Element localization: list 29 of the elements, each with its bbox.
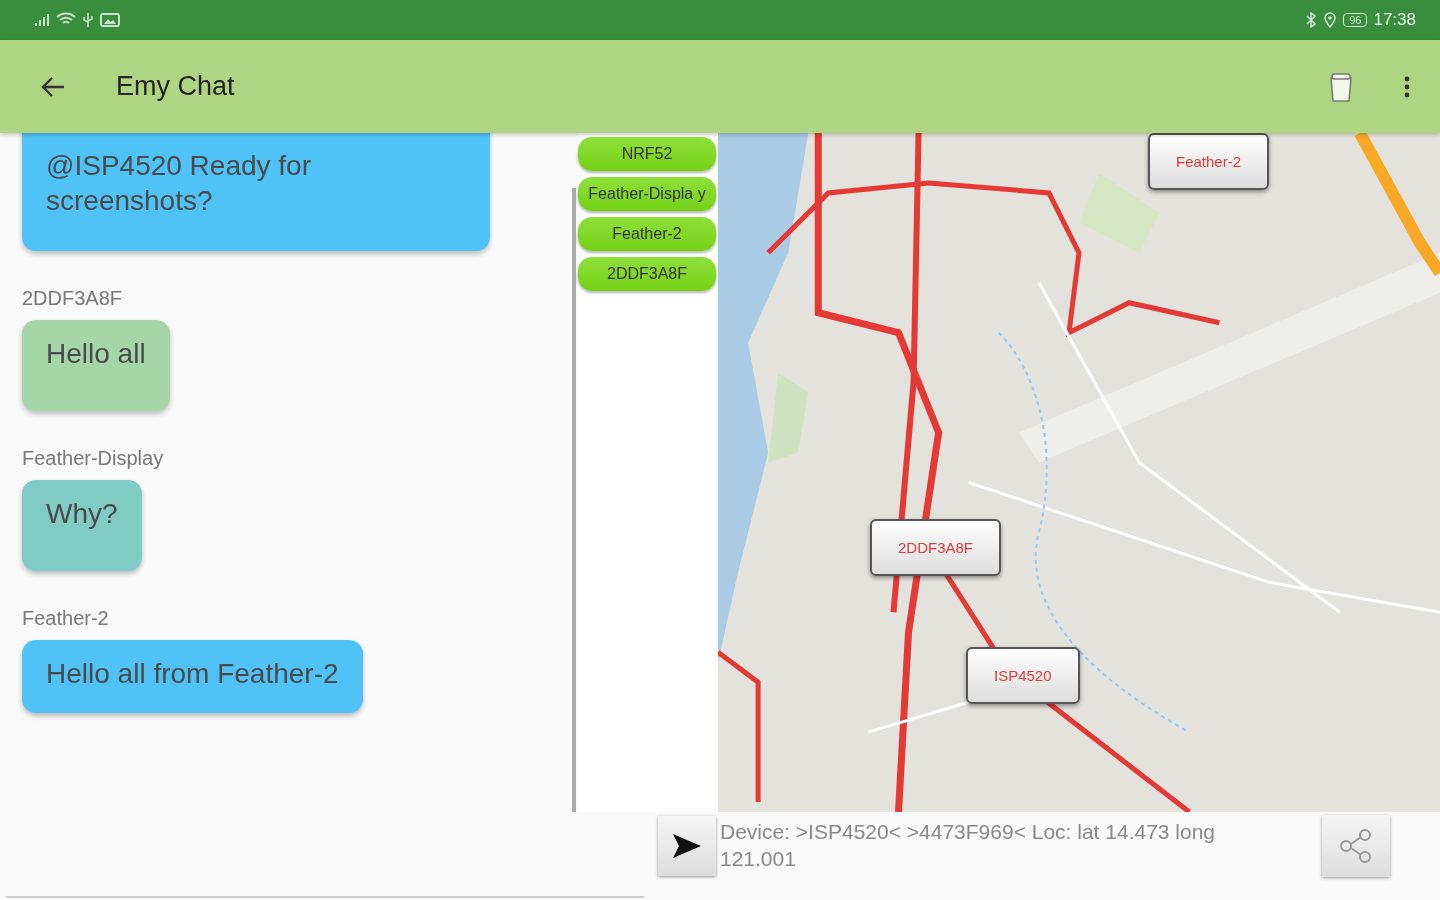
message-bubble: Hello all (22, 320, 170, 411)
bluetooth-icon (1305, 12, 1318, 28)
clock-time: 17:38 (1373, 10, 1416, 30)
image-icon (100, 12, 120, 28)
sender-name: Feather-Display (22, 447, 164, 470)
share-button[interactable] (1322, 815, 1390, 877)
battery-level: 96 (1343, 13, 1368, 27)
send-button[interactable] (658, 816, 716, 876)
map-marker[interactable]: ISP4520 (966, 647, 1080, 704)
trash-can-icon[interactable] (1328, 70, 1354, 103)
sender-name: 2DDF3A8F (22, 287, 123, 310)
app-title: Emy Chat (116, 71, 236, 102)
device-button[interactable]: Feather-2 (578, 217, 716, 251)
device-button[interactable]: Feather-Displa y (578, 177, 716, 211)
device-location-text: Device: >ISP4520< >4473F969< Loc: lat 14.473 long 121.001 (720, 819, 1217, 872)
usb-icon (82, 12, 94, 28)
map-marker[interactable]: 2DDF3A8F (870, 519, 1002, 576)
more-options-icon[interactable] (1404, 75, 1410, 98)
device-button[interactable]: NRF52 (578, 137, 716, 171)
message-bubble: Why? (22, 480, 142, 571)
back-arrow-icon[interactable] (40, 75, 66, 98)
map-marker[interactable]: Feather-2 (1148, 133, 1270, 190)
device-button[interactable]: 2DDF3A8F (578, 257, 716, 291)
message-bubble: Hello all from Feather-2 (22, 640, 363, 713)
message-bubble: @ISP4520 Ready for screenshots? (22, 133, 490, 251)
send-icon (671, 832, 703, 860)
sender-name: Feather-2 (22, 607, 109, 630)
location-icon (1323, 12, 1338, 28)
signal-icon (34, 13, 50, 27)
